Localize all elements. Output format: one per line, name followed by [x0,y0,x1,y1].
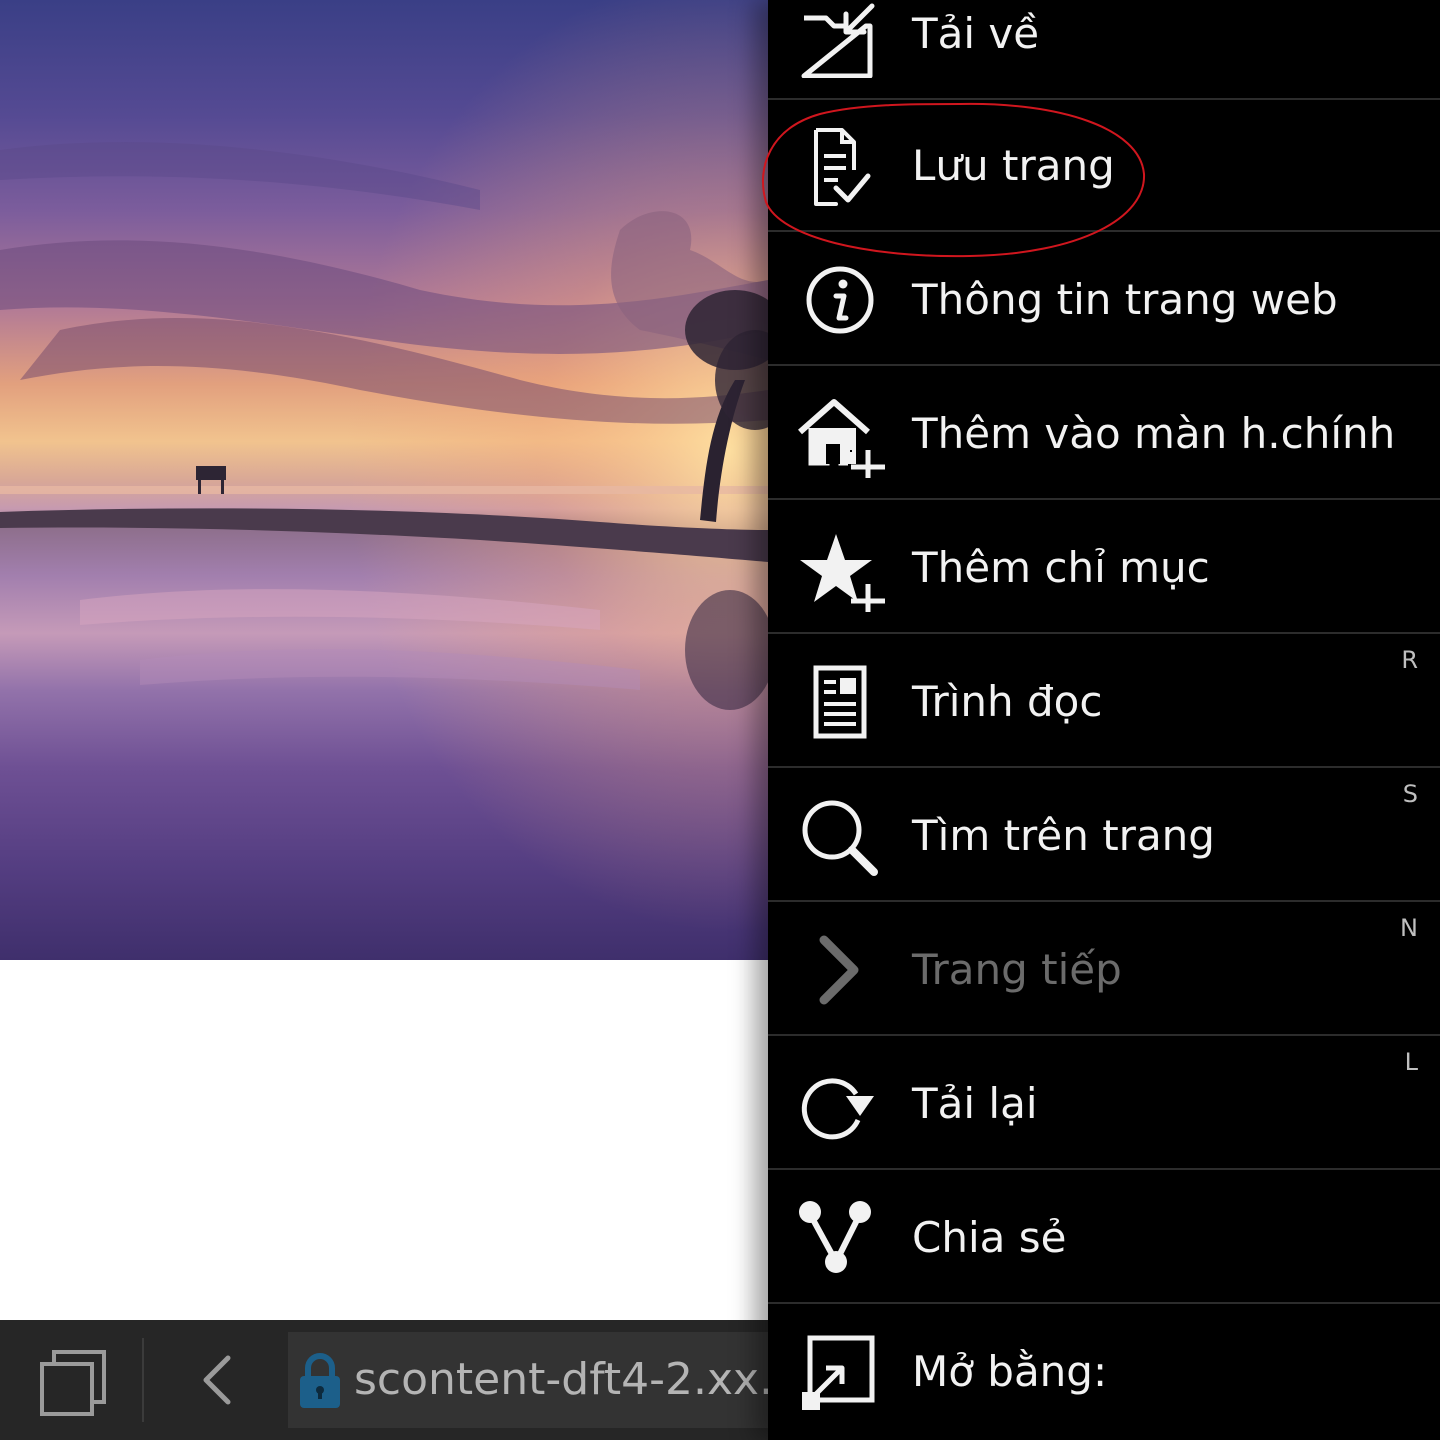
save-page-icon [796,126,896,210]
menu-item-open-with[interactable]: Mở bằng: [768,1306,1440,1438]
menu-item-add-bookmark[interactable]: Thêm chỉ mục [768,502,1440,634]
menu-item-shortcut: S [1402,780,1418,808]
menu-divider [768,230,1440,232]
menu-divider [768,498,1440,500]
menu-item-label: Lưu trang [912,141,1115,190]
open-with-icon [796,1332,896,1416]
menu-divider [768,766,1440,768]
menu-item-label: Chia sẻ [912,1213,1067,1262]
chevron-right-icon [796,930,896,1014]
reader-icon [796,662,896,746]
menu-item-shortcut: R [1401,646,1418,674]
download-folder-icon [796,0,896,79]
menu-item-label: Trang tiếp [912,945,1122,994]
menu-divider [768,900,1440,902]
page-blank-area [0,960,768,1320]
menu-item-reader[interactable]: Trình đọc R [768,636,1440,768]
menu-item-save-page[interactable]: Lưu trang [768,100,1440,232]
sunset-photo-art [0,0,768,960]
menu-item-reload[interactable]: Tải lại L [768,1038,1440,1170]
menu-item-label: Tải về [912,9,1040,58]
lock-icon [298,1352,342,1410]
menu-divider [768,1168,1440,1170]
page-photo [0,0,768,960]
address-bar[interactable]: scontent-dft4-2.xx.f [288,1332,768,1428]
menu-divider [768,632,1440,634]
menu-item-share[interactable]: Chia sẻ [768,1172,1440,1304]
menu-item-label: Mở bằng: [912,1347,1108,1396]
menu-divider [768,1302,1440,1304]
back-chevron-icon[interactable] [180,1342,254,1418]
url-text: scontent-dft4-2.xx.f [354,1354,768,1405]
toolbar-divider [142,1338,144,1422]
menu-item-label: Trình đọc [912,677,1103,726]
menu-item-shortcut: N [1400,914,1418,942]
share-icon [796,1198,896,1282]
browser-toolbar: scontent-dft4-2.xx.f [0,1320,768,1440]
overflow-menu: Tải về Lưu trang Thông tin trang web Thê… [768,0,1440,1440]
menu-item-label: Tải lại [912,1079,1038,1128]
menu-divider [768,364,1440,366]
menu-divider [768,1034,1440,1036]
menu-item-shortcut: L [1404,1048,1418,1076]
menu-item-label: Thêm vào màn h.chính [912,409,1396,458]
reload-icon [796,1064,896,1148]
menu-item-label: Tìm trên trang [912,811,1215,860]
tabs-icon[interactable] [28,1342,118,1418]
menu-item-download[interactable]: Tải về [768,0,1440,100]
menu-item-find-in-page[interactable]: Tìm trên trang S [768,770,1440,902]
menu-item-label: Thêm chỉ mục [912,543,1210,592]
menu-item-page-info[interactable]: Thông tin trang web [768,234,1440,366]
search-icon [796,796,896,880]
info-icon [796,260,896,344]
star-add-icon [796,528,896,618]
menu-item-add-to-home[interactable]: Thêm vào màn h.chính [768,368,1440,500]
menu-item-next-page[interactable]: Trang tiếp N [768,904,1440,1036]
home-add-icon [796,394,896,484]
menu-item-label: Thông tin trang web [912,275,1338,324]
